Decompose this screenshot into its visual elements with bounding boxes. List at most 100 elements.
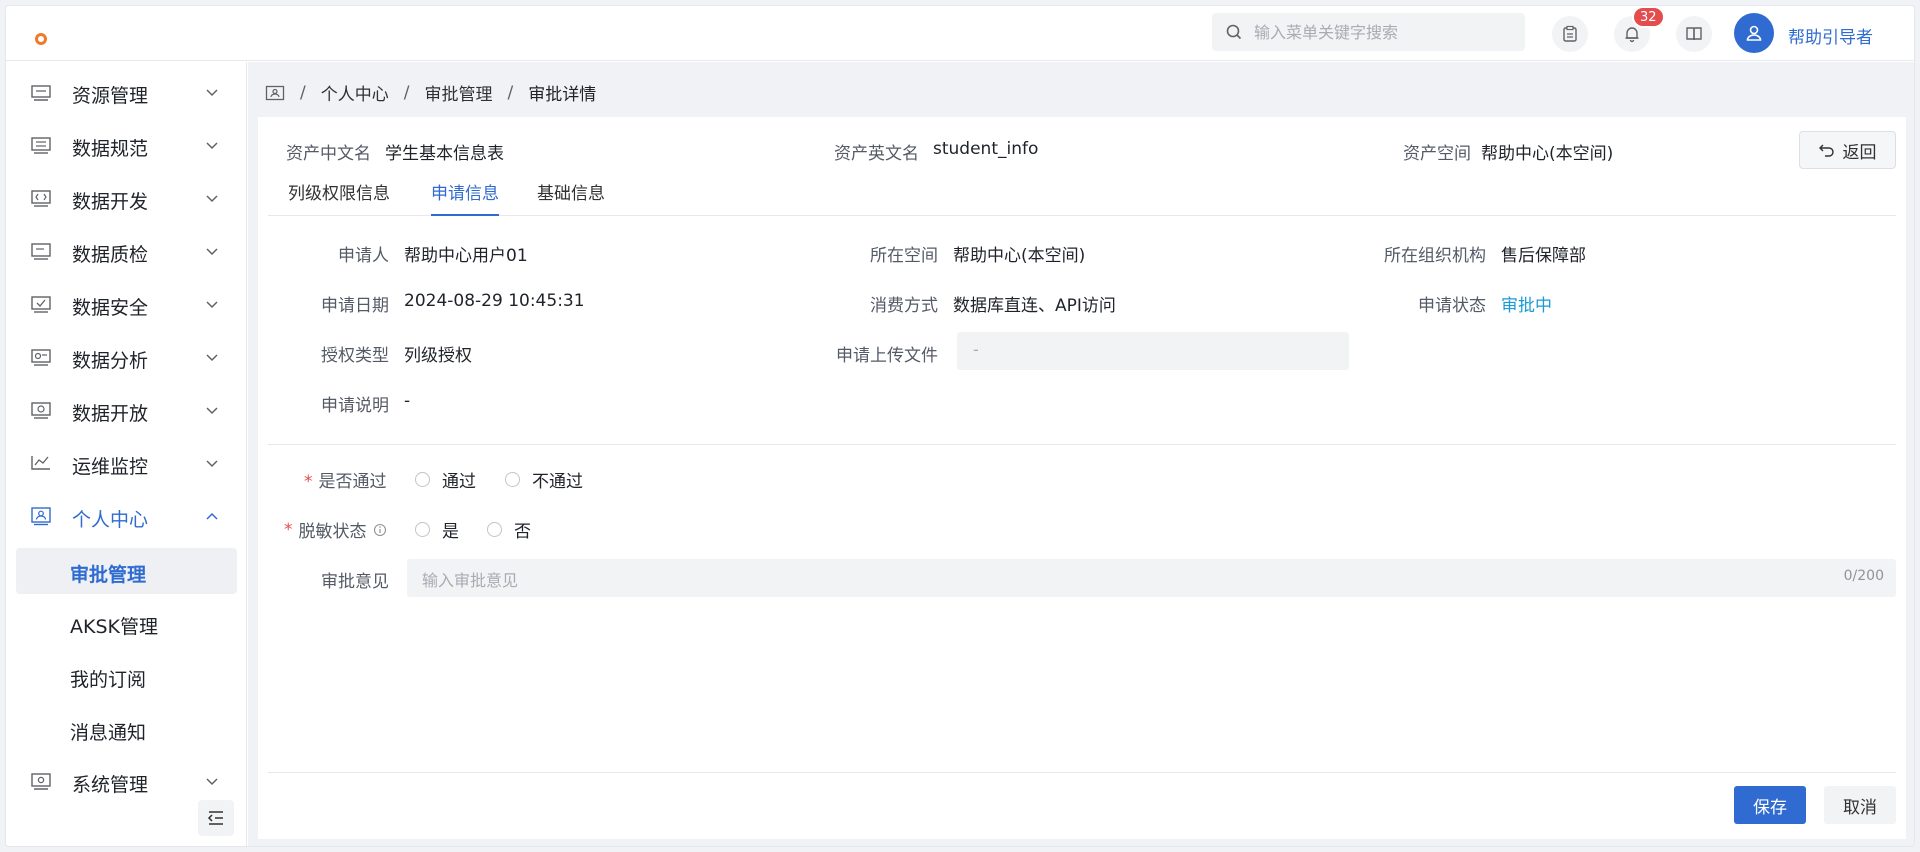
breadcrumb-item[interactable]: 个人中心 (321, 80, 389, 105)
chevron-down-icon (206, 195, 218, 203)
consume-value: 数据库直连、API访问 (953, 296, 1116, 316)
sidebar-item-label: 资源管理 (72, 85, 149, 107)
sidebar-item-standard[interactable]: 数据规范 (6, 123, 247, 167)
app-window: 32 帮助引导者 资源管理 数据规范 数据开发 数据质检 (5, 5, 1915, 847)
sidebar-item-label: 数据开发 (72, 191, 149, 213)
upload-file-field: - (957, 332, 1349, 370)
search-icon (1226, 24, 1242, 40)
radio-pass[interactable]: 通过 (415, 467, 476, 492)
sidebar-item-label: 数据规范 (72, 138, 149, 160)
sidebar-item-system[interactable]: 系统管理 (6, 759, 247, 803)
space-label: 所在空间 (870, 246, 938, 266)
sidebar-subitem-label: AKSK管理 (70, 616, 158, 638)
asset-cn-name-label: 资产中文名 (286, 144, 371, 164)
system-icon (31, 773, 51, 790)
chevron-down-icon (206, 778, 218, 786)
code-icon (31, 190, 51, 207)
breadcrumb-current: 审批详情 (528, 85, 597, 105)
sidebar-subitem-approval[interactable]: 审批管理 (16, 548, 237, 594)
sidebar-collapse-button[interactable] (198, 800, 234, 836)
radio-label: 是 (442, 522, 459, 542)
consume-label: 消费方式 (870, 296, 938, 316)
sidebar-item-analysis[interactable]: 数据分析 (6, 335, 247, 379)
monitor-icon (31, 456, 50, 470)
quality-icon (31, 243, 51, 260)
sidebar-subitem-aksk[interactable]: AKSK管理 (6, 600, 247, 646)
save-button[interactable]: 保存 (1734, 786, 1806, 824)
divider (268, 444, 1896, 445)
detail-panel: 资产中文名 学生基本信息表 资产英文名 student_info 资产空间 帮助… (258, 117, 1906, 839)
sidebar-item-label: 运维监控 (72, 456, 149, 478)
breadcrumb-item[interactable]: 审批管理 (424, 80, 492, 105)
chevron-down-icon (206, 142, 218, 150)
chevron-down-icon (206, 248, 218, 256)
sidebar-subitem-label: 审批管理 (70, 564, 147, 586)
avatar[interactable] (1734, 13, 1774, 53)
status-label: 申请状态 (1418, 296, 1486, 316)
cancel-button[interactable]: 取消 (1824, 786, 1896, 824)
sidebar-item-label: 个人中心 (72, 509, 149, 531)
radio-label: 不通过 (532, 472, 583, 492)
radio-reject[interactable]: 不通过 (505, 467, 583, 492)
sidebar-item-personal[interactable]: 个人中心 (6, 494, 247, 538)
sidebar-item-quality[interactable]: 数据质检 (6, 229, 247, 273)
tab-column-permissions[interactable]: 列级权限信息 (288, 179, 390, 214)
sidebar-subitem-label: 我的订阅 (70, 669, 147, 691)
tab-basic-info[interactable]: 基础信息 (537, 179, 605, 214)
org-value: 售后保障部 (1501, 246, 1586, 266)
search-input[interactable] (1254, 22, 1504, 42)
radio-circle[interactable] (505, 472, 520, 487)
logo (35, 33, 47, 45)
username[interactable]: 帮助引导者 (1788, 23, 1873, 48)
info-icon[interactable] (373, 523, 387, 537)
radio-circle[interactable] (415, 522, 430, 537)
radio-label: 通过 (442, 472, 476, 492)
radio-circle[interactable] (487, 522, 502, 537)
radio-circle[interactable] (415, 472, 430, 487)
opinion-placeholder: 输入审批意见 (422, 571, 519, 590)
breadcrumb-separator: / (507, 82, 514, 103)
sidebar-subitem-subscription[interactable]: 我的订阅 (6, 653, 247, 699)
radio-mask-yes[interactable]: 是 (415, 517, 459, 542)
book-icon (1686, 27, 1702, 41)
radio-mask-no[interactable]: 否 (487, 517, 531, 542)
breadcrumb: / 个人中心 / 审批管理 / 审批详情 (265, 80, 596, 105)
chevron-down-icon (206, 460, 218, 468)
user-icon (1746, 25, 1762, 41)
auth-type-label: 授权类型 (321, 346, 389, 366)
sidebar-item-label: 数据安全 (72, 297, 149, 319)
asset-space-label: 资产空间 (1403, 144, 1471, 164)
docs-button[interactable] (1676, 16, 1712, 52)
org-label: 所在组织机构 (1384, 246, 1486, 266)
search-box[interactable] (1212, 13, 1525, 51)
sidebar-item-label: 数据质检 (72, 244, 149, 266)
sidebar-item-monitor[interactable]: 运维监控 (6, 441, 247, 485)
chevron-down-icon (206, 301, 218, 309)
radio-label: 否 (514, 522, 531, 542)
breadcrumb-separator: / (403, 82, 410, 103)
personal-icon (31, 507, 51, 526)
pass-label: * 是否通过 (304, 472, 387, 492)
sidebar-item-open[interactable]: 数据开放 (6, 388, 247, 432)
sidebar-item-label: 系统管理 (72, 774, 149, 796)
opinion-textarea[interactable]: 输入审批意见 0/200 (407, 559, 1896, 597)
clipboard-icon (1563, 25, 1577, 42)
asset-cn-name: 学生基本信息表 (385, 144, 504, 164)
back-button[interactable]: 返回 (1799, 131, 1896, 169)
tab-application-info[interactable]: 申请信息 (431, 179, 499, 216)
description-label: 申请说明 (321, 396, 389, 416)
task-button[interactable] (1552, 16, 1588, 52)
main-area: / 个人中心 / 审批管理 / 审批详情 资产中文名 学生基本信息表 资产英文名… (248, 62, 1914, 846)
return-icon (1818, 144, 1834, 157)
space-value: 帮助中心(本空间) (953, 246, 1086, 266)
sidebar-item-develop[interactable]: 数据开发 (6, 176, 247, 220)
sidebar-item-security[interactable]: 数据安全 (6, 282, 247, 326)
data-standard-icon (31, 137, 51, 154)
chevron-down-icon (206, 89, 218, 97)
mask-label: * 脱敏状态 (284, 517, 387, 542)
sidebar-item-resource[interactable]: 资源管理 (6, 70, 247, 114)
bell-icon (1625, 27, 1639, 43)
apply-date-label: 申请日期 (321, 296, 389, 316)
sidebar-subitem-notification[interactable]: 消息通知 (6, 706, 247, 752)
chevron-down-icon (206, 354, 218, 362)
